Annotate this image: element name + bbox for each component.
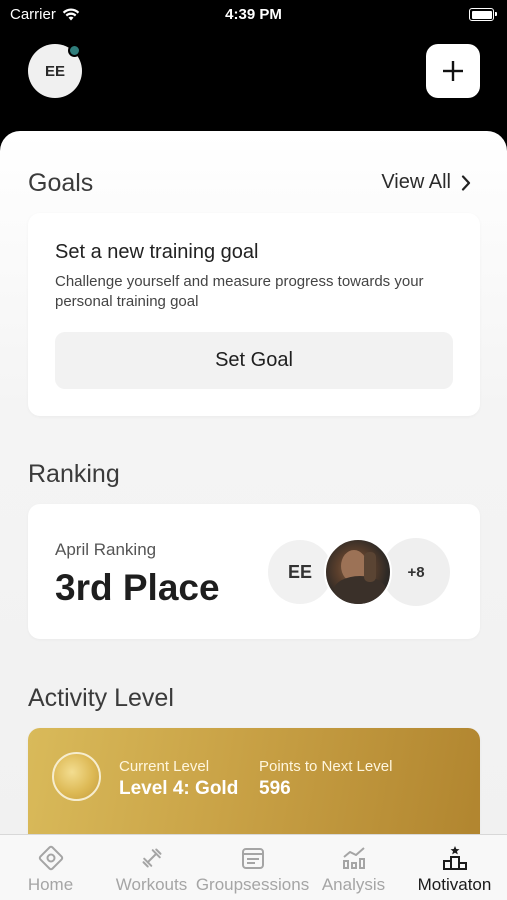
chevron-right-icon <box>461 174 471 191</box>
tab-motivation-label: Motivaton <box>417 875 492 894</box>
presence-indicator <box>68 44 81 57</box>
view-all-label: View All <box>381 171 451 193</box>
tab-home[interactable]: Home <box>0 835 101 900</box>
tab-analysis-label: Analysis <box>321 875 386 894</box>
set-goal-button[interactable]: Set Goal <box>55 332 453 389</box>
ranking-place: 3rd Place <box>55 567 220 608</box>
activity-level-card[interactable]: Current Level Level 4: Gold Points to Ne… <box>28 728 480 836</box>
podium-icon <box>442 846 467 870</box>
tab-workouts[interactable]: Workouts <box>101 835 202 900</box>
add-button[interactable] <box>426 44 480 98</box>
ranking-more-count: +8 <box>382 538 450 606</box>
goal-card: Set a new training goal Challenge yourse… <box>28 213 480 416</box>
person-photo-icon <box>334 550 386 604</box>
view-all-link[interactable]: View All <box>381 171 471 194</box>
chart-icon <box>342 847 365 869</box>
tab-analysis[interactable]: Analysis <box>303 835 404 900</box>
activity-title: Activity Level <box>28 684 174 712</box>
main-content[interactable]: Goals View All Set a new training goal C… <box>0 131 507 836</box>
ranking-avatar-photo <box>324 538 392 606</box>
dumbbell-icon <box>142 848 161 868</box>
gold-medal-icon <box>52 752 101 801</box>
goal-description: Challenge yourself and measure progress … <box>55 273 424 310</box>
tab-workouts-label: Workouts <box>115 875 188 894</box>
goal-heading: Set a new training goal <box>55 241 259 263</box>
points-next-value: 596 <box>259 778 291 799</box>
goals-title: Goals <box>28 169 94 197</box>
ranking-title: Ranking <box>28 460 120 488</box>
ranking-period: April Ranking <box>55 540 157 559</box>
calendar-icon <box>241 848 264 869</box>
tab-groupsessions-label: Groupsessions <box>195 875 310 894</box>
home-icon <box>38 845 63 871</box>
ranking-card[interactable]: April Ranking 3rd Place EE +8 <box>28 504 480 639</box>
plus-icon <box>443 61 463 81</box>
avatar-initials: EE <box>44 62 65 80</box>
tab-home-label: Home <box>27 875 74 894</box>
points-next-label: Points to Next Level <box>259 758 393 775</box>
tab-motivation[interactable]: Motivaton <box>404 835 505 900</box>
status-time: 4:39 PM <box>225 6 282 23</box>
tab-groupsessions[interactable]: Groupsessions <box>196 835 309 900</box>
current-level-value: Level 4: Gold <box>119 778 239 799</box>
status-bar: Carrier 4:39 PM <box>0 0 507 30</box>
profile-avatar[interactable]: EE <box>28 44 82 98</box>
battery-icon <box>469 8 497 21</box>
tab-bar: Home Workouts Groupsessions Analysis Mot… <box>0 834 507 900</box>
current-level-label: Current Level <box>119 758 210 775</box>
